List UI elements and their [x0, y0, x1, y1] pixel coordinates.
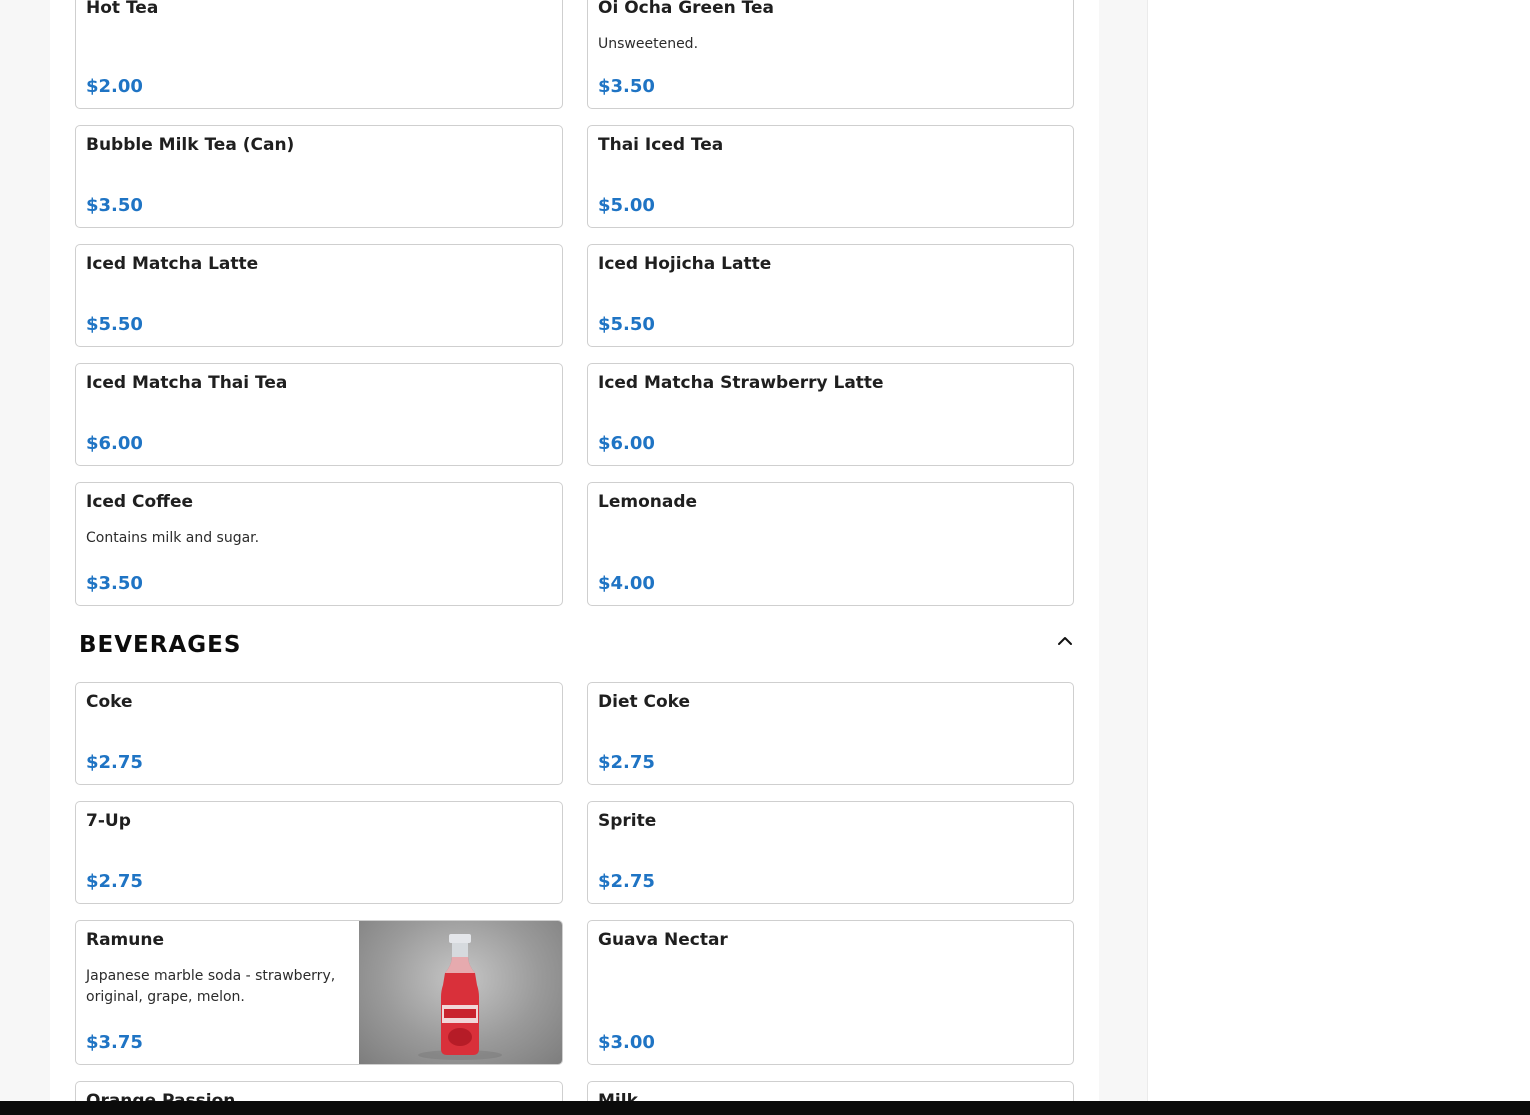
menu-item-card[interactable]: Hot Tea $2.00: [75, 0, 563, 109]
menu-item-description: Unsweetened.: [598, 36, 699, 52]
menu-item-name: 7-Up: [86, 811, 131, 831]
menu-item-card[interactable]: Bubble Milk Tea (Can) $3.50: [75, 125, 563, 228]
menu-item-price: $5.00: [598, 195, 655, 216]
menu-item-price: $2.00: [86, 76, 143, 97]
menu-item-price: $2.75: [86, 871, 143, 892]
menu-item-card[interactable]: Iced Matcha Thai Tea $6.00: [75, 363, 563, 466]
menu-item-price: $3.00: [598, 1032, 655, 1053]
menu-item-price: $2.75: [598, 871, 655, 892]
menu-item-price: $6.00: [86, 433, 143, 454]
menu-item-name: Bubble Milk Tea (Can): [86, 135, 295, 155]
menu-item-card[interactable]: Iced Hojicha Latte $5.50: [587, 244, 1074, 347]
menu-item-price: $6.00: [598, 433, 655, 454]
menu-item-card[interactable]: Coke $2.75: [75, 682, 563, 785]
menu-item-price: $2.75: [598, 752, 655, 773]
menu-page: Hot Tea $2.00 Oi Ocha Green Tea Unsweete…: [0, 0, 1530, 1115]
menu-item-name: Iced Matcha Strawberry Latte: [598, 373, 884, 393]
menu-item-card[interactable]: 7-Up $2.75: [75, 801, 563, 904]
menu-item-card[interactable]: Thai Iced Tea $5.00: [587, 125, 1074, 228]
menu-item-card[interactable]: Ramune Japanese marble soda - strawberry…: [75, 920, 563, 1065]
menu-item-card[interactable]: Oi Ocha Green Tea Unsweetened. $3.50: [587, 0, 1074, 109]
menu-item-description: Contains milk and sugar.: [86, 530, 260, 546]
menu-item-description: Japanese marble soda - strawberry, origi…: [86, 968, 336, 1005]
menu-item-name: Iced Coffee: [86, 492, 194, 512]
menu-item-card[interactable]: Iced Matcha Strawberry Latte $6.00: [587, 363, 1074, 466]
menu-item-card[interactable]: Iced Coffee Contains milk and sugar. $3.…: [75, 482, 563, 606]
menu-item-price: $2.75: [86, 752, 143, 773]
section-title: BEVERAGES: [79, 632, 242, 658]
menu-item-photo: [359, 921, 562, 1064]
menu-item-name: Thai Iced Tea: [598, 135, 724, 155]
menu-item-card[interactable]: Iced Matcha Latte $5.50: [75, 244, 563, 347]
menu-item-name: Sprite: [598, 811, 657, 831]
menu-item-name: Iced Matcha Latte: [86, 254, 259, 274]
menu-item-price: $5.50: [598, 314, 655, 335]
menu-item-name: Coke: [86, 692, 133, 712]
menu-item-name: Diet Coke: [598, 692, 691, 712]
menu-item-price: $3.50: [86, 195, 143, 216]
menu-item-name: Iced Matcha Thai Tea: [86, 373, 288, 393]
chevron-up-icon[interactable]: [1052, 628, 1078, 654]
menu-item-price: $3.75: [86, 1032, 143, 1053]
menu-item-name: Ramune: [86, 930, 165, 950]
menu-item-name: Oi Ocha Green Tea: [598, 0, 774, 18]
menu-item-price: $5.50: [86, 314, 143, 335]
menu-item-price: $3.50: [86, 573, 143, 594]
menu-item-card[interactable]: Lemonade $4.00: [587, 482, 1074, 606]
menu-item-card[interactable]: Sprite $2.75: [587, 801, 1074, 904]
menu-item-price: $3.50: [598, 76, 655, 97]
menu-item-card[interactable]: Diet Coke $2.75: [587, 682, 1074, 785]
menu-item-name: Guava Nectar: [598, 930, 728, 950]
menu-item-name: Lemonade: [598, 492, 698, 512]
menu-item-card[interactable]: Guava Nectar $3.00: [587, 920, 1074, 1065]
menu-item-name: Iced Hojicha Latte: [598, 254, 772, 274]
menu-item-name: Hot Tea: [86, 0, 159, 18]
right-side-panel: [1147, 0, 1530, 1115]
menu-item-price: $4.00: [598, 573, 655, 594]
bottom-bar: [0, 1101, 1530, 1115]
